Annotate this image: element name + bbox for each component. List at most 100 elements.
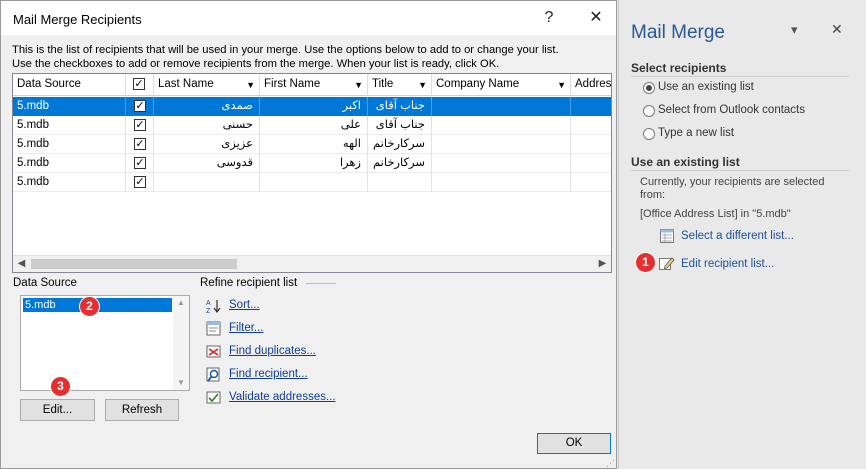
refine-recipient-list-label: Refine recipient list (200, 277, 298, 289)
intro-line-2: Use the checkboxes to add or remove reci… (12, 58, 500, 70)
column-dropdown-icon[interactable]: ▼ (418, 75, 427, 95)
col-header-company-name[interactable]: Company Name ▼ (432, 74, 571, 96)
data-source-list[interactable]: 5.mdb ▲ ▼ (20, 295, 190, 391)
pane-title: Mail Merge (631, 22, 725, 43)
cell-last-name (154, 173, 260, 192)
include-checkbox[interactable]: ✓ (134, 138, 146, 150)
radio-type-new-list[interactable] (643, 128, 655, 140)
cell-address (571, 154, 611, 173)
radio-use-existing-list[interactable] (643, 82, 655, 94)
cell-address (571, 116, 611, 135)
cell-data-source: 5.mdb (13, 173, 126, 192)
find-recipient-link[interactable]: Find recipient... (229, 368, 308, 380)
cell-company (432, 116, 571, 135)
scroll-left-icon[interactable]: ◀ (13, 256, 30, 272)
cell-title: جناب آقای (368, 116, 432, 135)
edit-button[interactable]: Edit... (20, 399, 95, 421)
cell-first-name (260, 173, 368, 192)
dialog-titlebar: Mail Merge Recipients ? ✕ (1, 1, 616, 35)
cell-title: سرکارخانم (368, 154, 432, 173)
pane-close-button[interactable]: ✕ (831, 21, 843, 38)
select-recipients-heading: Select recipients (631, 61, 727, 75)
mail-merge-recipients-dialog: Mail Merge Recipients ? ✕ This is the li… (0, 0, 617, 469)
filter-icon (206, 321, 221, 336)
horizontal-scrollbar[interactable]: ◀ ▶ (13, 255, 611, 272)
cell-include: ✓ (126, 154, 154, 173)
cell-address (571, 173, 611, 192)
step-badge-3: 3 (51, 377, 70, 396)
column-dropdown-icon[interactable]: ▼ (246, 75, 255, 95)
data-source-scrollbar[interactable]: ▲ ▼ (173, 296, 189, 390)
dialog-title: Mail Merge Recipients (13, 12, 142, 27)
cell-first-name: الهه (260, 135, 368, 154)
table-row[interactable]: 5.mdb ✓ قدوسی زهرا سرکارخانم (13, 154, 611, 173)
col-header-label: Title (372, 78, 394, 90)
select-list-icon (660, 229, 674, 243)
include-checkbox[interactable]: ✓ (134, 176, 146, 188)
table-row[interactable]: 5.mdb ✓ صمدی اکبر جناب آقای (13, 97, 611, 116)
include-checkbox[interactable]: ✓ (134, 100, 146, 112)
divider (631, 76, 849, 77)
col-header-label: Company Name (436, 78, 520, 90)
divider (306, 283, 336, 284)
find-recipient-icon (206, 367, 220, 382)
include-checkbox[interactable]: ✓ (134, 119, 146, 131)
table-row[interactable]: 5.mdb ✓ (13, 173, 611, 192)
col-header-first-name[interactable]: First Name ▼ (260, 74, 368, 96)
radio-outlook-contacts[interactable] (643, 105, 655, 117)
cell-title: سرکارخانم (368, 135, 432, 154)
sort-link[interactable]: Sort... (229, 299, 260, 311)
data-source-label: Data Source (13, 277, 77, 289)
help-button[interactable]: ? (534, 7, 564, 29)
resize-grip-icon[interactable]: ⋰ (606, 458, 615, 469)
radio-label-use-existing-list[interactable]: Use an existing list (658, 81, 754, 93)
scroll-up-icon[interactable]: ▲ (173, 296, 189, 310)
recipients-grid[interactable]: Data Source ✓ Last Name ▼ First Name ▼ T… (12, 73, 612, 273)
radio-label-type-new-list[interactable]: Type a new list (658, 127, 734, 139)
cell-address (571, 97, 611, 116)
find-duplicates-icon (206, 345, 221, 358)
scroll-right-icon[interactable]: ▶ (594, 256, 611, 272)
col-header-label: Last Name (158, 78, 214, 90)
select-all-checkbox[interactable]: ✓ (133, 78, 145, 90)
scroll-down-icon[interactable]: ▼ (173, 376, 189, 390)
refresh-button[interactable]: Refresh (105, 399, 179, 421)
col-header-last-name[interactable]: Last Name ▼ (154, 74, 260, 96)
intro-text: This is the list of recipients that will… (12, 43, 612, 71)
cell-last-name: قدوسی (154, 154, 260, 173)
ok-button[interactable]: OK (537, 433, 611, 454)
edit-recipient-list-link[interactable]: Edit recipient list... (681, 258, 774, 270)
source-text: [Office Address List] in "5.mdb" (640, 208, 791, 220)
col-header-label: Data Source (17, 78, 81, 90)
find-duplicates-link[interactable]: Find duplicates... (229, 345, 316, 357)
col-header-select-all[interactable]: ✓ (126, 74, 154, 96)
radio-label-outlook-contacts[interactable]: Select from Outlook contacts (658, 104, 805, 116)
pane-options-dropdown-icon[interactable]: ▾ (791, 22, 798, 38)
col-header-address[interactable]: Address (571, 74, 612, 96)
filter-link[interactable]: Filter... (229, 322, 264, 334)
scrollbar-thumb[interactable] (31, 259, 237, 269)
col-header-data-source[interactable]: Data Source (13, 74, 126, 96)
cell-last-name: حسنی (154, 116, 260, 135)
col-header-title[interactable]: Title ▼ (368, 74, 432, 96)
column-dropdown-icon[interactable]: ▼ (557, 75, 566, 95)
column-dropdown-icon[interactable]: ▼ (354, 75, 363, 95)
cell-data-source: 5.mdb (13, 154, 126, 173)
svg-text:A: A (206, 300, 211, 307)
divider (631, 170, 849, 171)
col-header-label: Address (575, 78, 612, 90)
dialog-close-button[interactable]: ✕ (581, 7, 611, 29)
cell-last-name: صمدی (154, 97, 260, 116)
validate-addresses-link[interactable]: Validate addresses... (229, 391, 336, 403)
validate-addresses-icon (206, 391, 221, 404)
step-badge-2: 2 (80, 297, 99, 316)
cell-include: ✓ (126, 97, 154, 116)
cell-company (432, 135, 571, 154)
cell-include: ✓ (126, 116, 154, 135)
table-row[interactable]: 5.mdb ✓ عزیزی الهه سرکارخانم (13, 135, 611, 154)
include-checkbox[interactable]: ✓ (134, 157, 146, 169)
svg-text:Z: Z (206, 308, 211, 314)
select-different-list-link[interactable]: Select a different list... (681, 230, 794, 242)
table-row[interactable]: 5.mdb ✓ حسنی علی جناب آقای (13, 116, 611, 135)
status-line-2: from: (640, 189, 666, 201)
